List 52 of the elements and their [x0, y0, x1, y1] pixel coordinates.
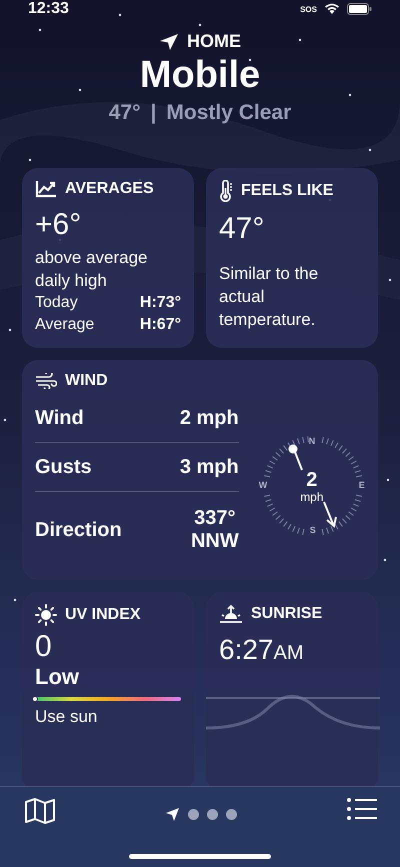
chart-icon — [35, 180, 57, 198]
card-title: SUNRISE — [251, 605, 322, 623]
average-value: H:67° — [140, 315, 181, 335]
compass-north: N — [308, 436, 316, 446]
separator: | — [150, 101, 156, 125]
location-arrow-icon — [159, 32, 179, 50]
compass-speed: 2 — [306, 470, 318, 490]
average-label: Average — [35, 315, 94, 335]
map-icon[interactable] — [24, 797, 56, 825]
compass-south: S — [310, 525, 316, 535]
sunrise-time: 6:27 — [219, 634, 274, 666]
compass-east: E — [358, 480, 365, 490]
card-description: above average daily high — [35, 247, 148, 292]
card-description: Use sun — [35, 706, 98, 728]
wind-label: Wind — [35, 406, 84, 430]
compass-west: W — [258, 480, 268, 490]
card-title: AVERAGES — [65, 180, 154, 198]
uv-index-value: 0 — [35, 630, 53, 664]
sos-indicator: SOS — [300, 4, 317, 14]
sun-icon — [35, 604, 57, 626]
battery-icon — [347, 3, 372, 15]
average-difference: +6° — [35, 208, 82, 242]
card-description: Similar to the actual temperature. — [219, 263, 320, 331]
time-suffix: AM — [274, 642, 304, 665]
current-temperature: 47° — [108, 101, 140, 125]
compass-unit: mph — [300, 490, 324, 504]
uv-category: Low — [35, 664, 80, 690]
condition-text: Mostly Clear — [166, 101, 292, 125]
page-dot[interactable] — [188, 809, 199, 820]
location-label: HOME — [187, 31, 241, 52]
average-value: H:73° — [140, 293, 181, 313]
page-dot[interactable] — [207, 809, 218, 820]
page-dot[interactable] — [226, 809, 237, 820]
wind-direction-value: NNW — [190, 530, 239, 553]
card-title: FEELS LIKE — [241, 182, 334, 200]
list-icon[interactable] — [346, 797, 378, 821]
thermometer-icon — [219, 180, 233, 202]
sunrise-icon — [219, 604, 243, 624]
wind-value: 3 mph — [180, 456, 239, 478]
location-page-icon[interactable] — [165, 807, 180, 822]
feels-like-temperature: 47° — [219, 212, 266, 246]
average-label: Today — [35, 293, 78, 313]
card-title: WIND — [65, 372, 108, 390]
wind-icon — [35, 373, 57, 389]
wind-label: Gusts — [35, 456, 92, 478]
wind-value: 2 mph — [180, 406, 239, 430]
status-time: 12:33 — [28, 0, 69, 18]
wind-label: Direction — [35, 518, 122, 542]
city-name: Mobile — [140, 54, 260, 97]
card-title: UV INDEX — [65, 606, 141, 624]
wind-value: 337° — [194, 507, 236, 530]
wifi-icon — [324, 3, 340, 15]
